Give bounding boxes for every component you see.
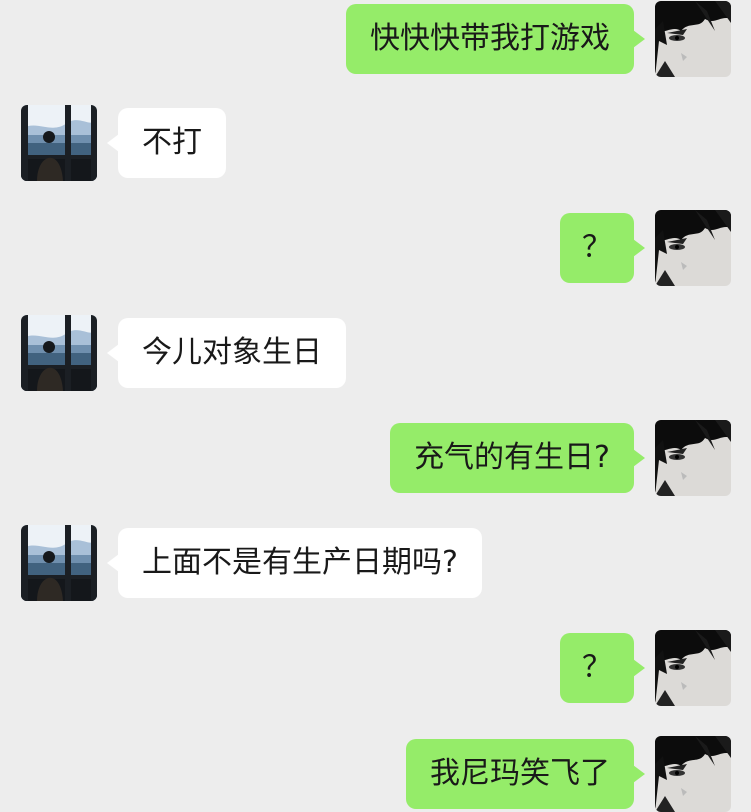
anime-man-avatar-icon[interactable] — [655, 630, 731, 706]
window-silhouette-avatar-icon[interactable] — [21, 525, 97, 601]
anime-man-avatar-icon[interactable] — [655, 420, 731, 496]
outgoing-message-bubble[interactable]: ？ — [560, 213, 645, 283]
message-row: 上面不是有生产日期吗? — [0, 525, 751, 601]
window-silhouette-avatar-icon[interactable] — [21, 315, 97, 391]
message-row: 充气的有生日? — [0, 420, 751, 496]
message-row: ？ — [0, 630, 751, 706]
message-row: ？ — [0, 210, 751, 286]
outgoing-message-bubble[interactable]: 快快快带我打游戏 — [346, 4, 645, 74]
incoming-message-bubble[interactable]: 今儿对象生日 — [107, 318, 346, 388]
incoming-message-bubble[interactable]: 上面不是有生产日期吗? — [107, 528, 482, 598]
message-row: 快快快带我打游戏 — [0, 1, 751, 77]
window-silhouette-avatar-icon[interactable] — [21, 105, 97, 181]
message-row: 我尼玛笑飞了 — [0, 736, 751, 812]
incoming-message-bubble[interactable]: 不打 — [107, 108, 226, 178]
message-row: 今儿对象生日 — [0, 315, 751, 391]
anime-man-avatar-icon[interactable] — [655, 210, 731, 286]
outgoing-message-bubble[interactable]: 充气的有生日? — [390, 423, 645, 493]
anime-man-avatar-icon[interactable] — [655, 736, 731, 812]
outgoing-message-bubble[interactable]: 我尼玛笑飞了 — [406, 739, 645, 809]
anime-man-avatar-icon[interactable] — [655, 1, 731, 77]
chat-area: 快快快带我打游戏 不打 ？ 今儿对象生日 充气的有生日? 上面不是有生产日期吗? — [0, 0, 751, 800]
outgoing-message-bubble[interactable]: ？ — [560, 633, 645, 703]
message-row: 不打 — [0, 105, 751, 181]
